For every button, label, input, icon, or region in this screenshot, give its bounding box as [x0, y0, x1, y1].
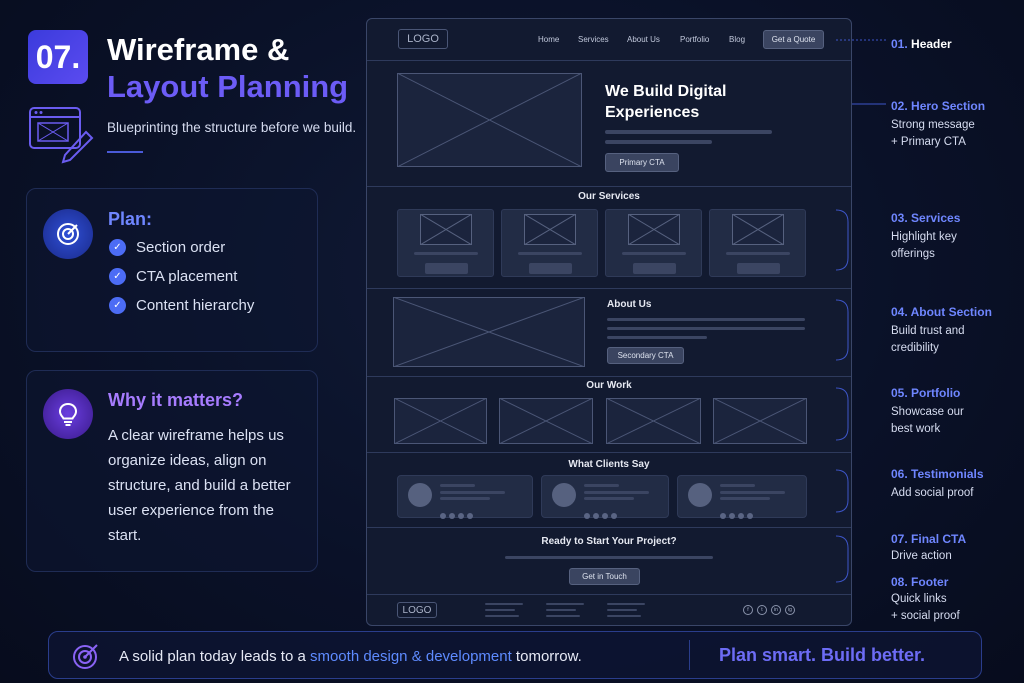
wf-logo: LOGO: [398, 29, 448, 49]
twitter-icon: t: [757, 605, 767, 615]
page-title-line2: Layout Planning: [107, 69, 349, 104]
wf-hero: We Build Digital Experiences Primary CTA: [367, 61, 851, 187]
label-hero: 02. Hero Section Strong message + Primar…: [891, 99, 986, 148]
wf-service-cards: [397, 209, 806, 277]
check-icon: ✓: [109, 297, 126, 314]
page-title-line1: Wireframe &: [107, 32, 290, 67]
banner-message: A solid plan today leads to a smooth des…: [119, 648, 582, 665]
wf-footer-logo: LOGO: [397, 602, 437, 618]
avatar: [552, 483, 576, 507]
banner-tagline: Plan smart. Build better.: [719, 645, 926, 665]
wf-work-image: [499, 398, 593, 444]
wf-service-card: [605, 209, 702, 277]
why-title: Why it matters?: [108, 390, 244, 410]
wf-work: Our Work: [367, 377, 851, 453]
wf-hero-image: [397, 73, 582, 167]
avatar: [408, 483, 432, 507]
wf-services: Our Services: [367, 187, 851, 289]
wf-testimonials: What Clients Say: [367, 453, 851, 528]
plan-item: ✓ CTA placement: [109, 268, 254, 285]
wf-service-card: [397, 209, 494, 277]
why-card: Why it matters? A clear wireframe helps …: [26, 370, 318, 572]
wf-bar: [607, 318, 805, 321]
subtitle-divider: [107, 151, 143, 153]
label-footer: 08. Footer Quick links + social proof: [891, 575, 960, 622]
wf-final-cta: Ready to Start Your Project? Get in Touc…: [367, 528, 851, 595]
wf-about-title: About Us: [607, 299, 652, 310]
label-portfolio: 05. Portfolio Showcase our best work: [891, 386, 964, 435]
label-header: 01. Header: [891, 37, 952, 51]
facebook-icon: f: [743, 605, 753, 615]
wf-get-in-touch-button: Get in Touch: [569, 568, 640, 585]
wf-work-image: [394, 398, 487, 444]
label-about: 04. About Section Build trust and credib…: [891, 305, 992, 354]
bottom-banner: A solid plan today leads to a smooth des…: [48, 631, 982, 679]
label-services: 03. Services Highlight key offerings: [891, 211, 961, 260]
wf-work-image: [713, 398, 807, 444]
plan-item: ✓ Section order: [109, 239, 254, 256]
wf-primary-cta: Primary CTA: [605, 153, 679, 172]
label-final-cta: 07. Final CTA Drive action: [891, 532, 967, 562]
wf-footer: LOGO f t in ig: [367, 595, 851, 625]
wf-bar: [605, 140, 712, 144]
wf-about: About Us Secondary CTA: [367, 289, 851, 377]
plan-list: ✓ Section order ✓ CTA placement ✓ Content h…: [109, 239, 254, 314]
target-icon: [43, 209, 93, 259]
wf-testimonial-card: [541, 475, 669, 519]
wf-service-card: [709, 209, 806, 277]
wf-nav-portfolio: Portfolio: [680, 35, 710, 44]
wf-social-icons: f t in ig: [743, 605, 795, 615]
wf-nav-blog: Blog: [729, 35, 746, 44]
wf-clients-title: What Clients Say: [568, 459, 650, 470]
wf-cta-title: Ready to Start Your Project?: [541, 536, 677, 547]
target-icon: [71, 641, 101, 676]
wf-service-card: [501, 209, 598, 277]
wf-header: LOGO Home Services About Us Portfolio Bl…: [367, 19, 851, 61]
wf-testimonial-card: [677, 475, 807, 519]
wf-nav-about: About Us: [627, 35, 660, 44]
wf-bar: [605, 130, 772, 134]
wireframe-pencil-icon: [28, 106, 96, 164]
check-icon: ✓: [109, 268, 126, 285]
plan-item: ✓ Content hierarchy: [109, 297, 254, 314]
check-icon: ✓: [109, 239, 126, 256]
plan-title: Plan:: [108, 209, 153, 229]
wireframe-mockup: LOGO Home Services About Us Portfolio Bl…: [366, 18, 852, 626]
wf-quote-button: Get a Quote: [763, 30, 824, 49]
wf-nav-home: Home: [538, 35, 560, 44]
wf-bar: [607, 336, 707, 339]
instagram-icon: ig: [785, 605, 795, 615]
page-subtitle: Blueprinting the structure before we bui…: [107, 120, 357, 135]
lightbulb-icon: [43, 389, 93, 439]
label-testimonials: 06. Testimonials Add social proof: [891, 467, 984, 499]
wf-work-title: Our Work: [586, 380, 632, 391]
wf-testimonial-card: [397, 475, 533, 519]
banner-divider: [689, 640, 690, 670]
linkedin-icon: in: [771, 605, 781, 615]
wf-secondary-cta: Secondary CTA: [607, 347, 684, 364]
wf-bar: [607, 327, 805, 330]
wf-bar: [505, 556, 713, 559]
why-text: A clear wireframe helps us organize idea…: [108, 427, 291, 544]
plan-card: Plan: ✓ Section order ✓ CTA placement ✓ Con…: [26, 188, 318, 352]
wf-hero-title: We Build Digital Experiences: [605, 83, 727, 121]
wf-work-image: [606, 398, 701, 444]
connector-lines: [835, 39, 886, 583]
wf-services-title: Our Services: [578, 191, 640, 202]
wf-about-image: [393, 297, 585, 367]
section-number-badge: 07.: [28, 30, 88, 84]
wf-nav-services: Services: [578, 35, 609, 44]
avatar: [688, 483, 712, 507]
